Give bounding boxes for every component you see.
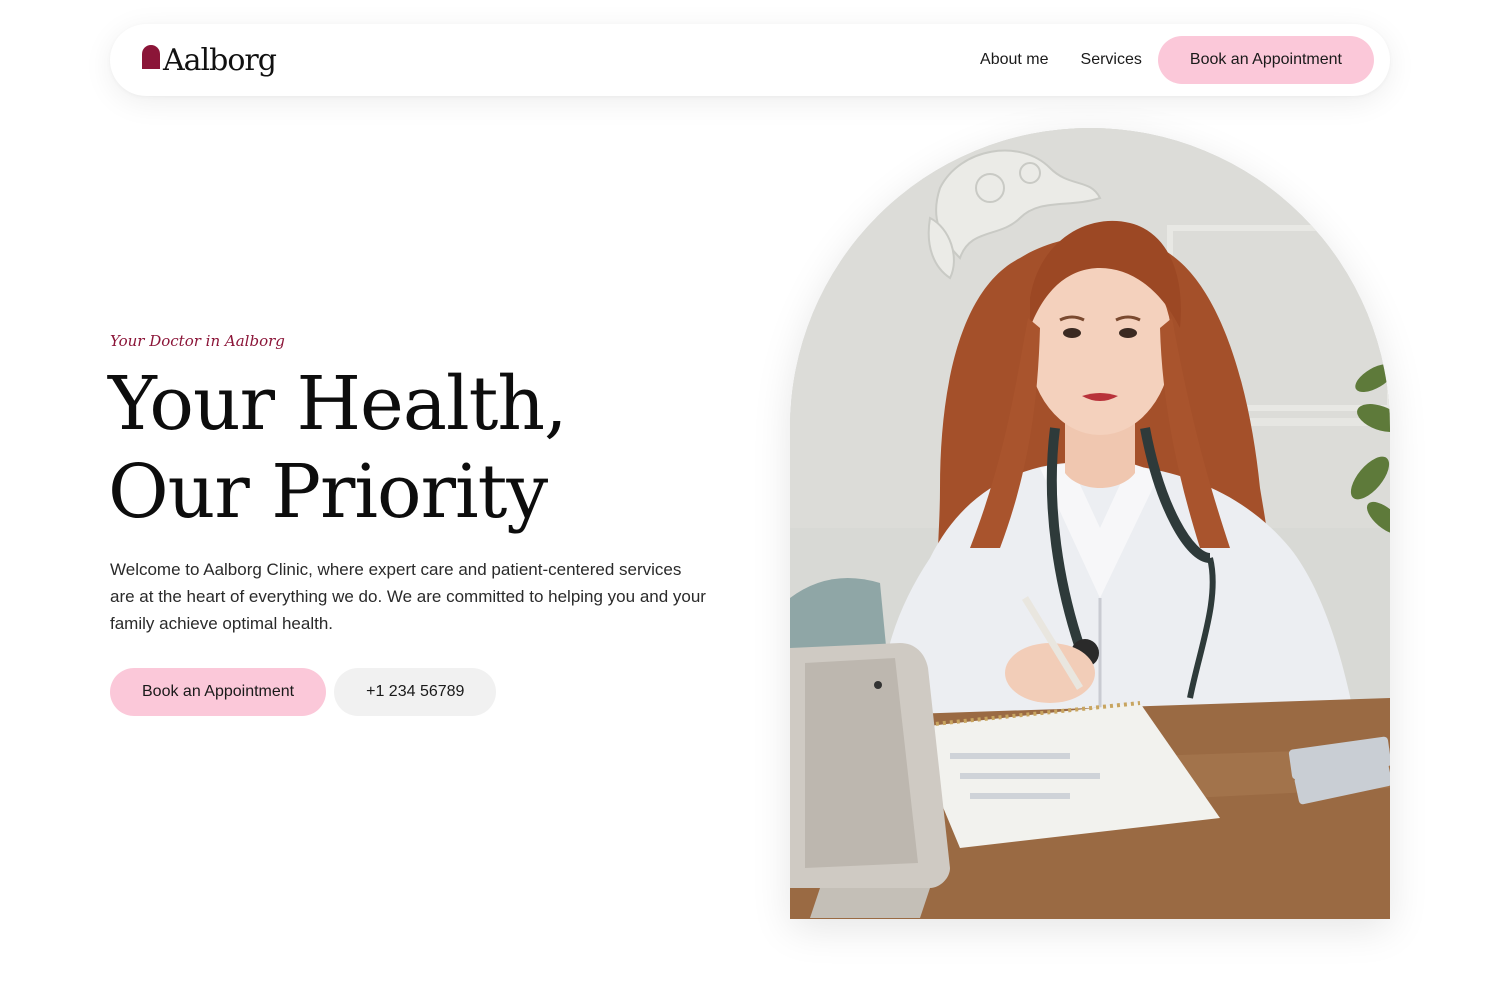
hero-doctor-image — [790, 128, 1390, 919]
hero-eyebrow: Your Doctor in Aalborg — [110, 332, 285, 350]
hero-cta-row: Book an Appointment +1 234 56789 — [110, 668, 497, 716]
nav-link-services[interactable]: Services — [1081, 51, 1142, 69]
brand-logo[interactable]: Aalborg — [142, 40, 277, 80]
hero-headline-line-2: Our Priority — [108, 449, 548, 535]
logo-arch-icon — [142, 45, 160, 69]
hero-phone-button[interactable]: +1 234 56789 — [334, 668, 497, 716]
nav-book-appointment-button[interactable]: Book an Appointment — [1157, 36, 1374, 84]
hero-intro-text: Welcome to Aalborg Clinic, where expert … — [110, 560, 706, 633]
doctor-photo-illustration — [790, 128, 1390, 919]
nav-link-about-me[interactable]: About me — [980, 51, 1048, 69]
hero-headline: Your Health, Our Priority — [108, 360, 748, 536]
brand-name: Aalborg — [163, 42, 277, 78]
top-navigation: Aalborg About me Services Book an Appoin… — [110, 24, 1390, 96]
nav-links: About me Services Book an Appointment — [980, 36, 1374, 84]
landing-page: Aalborg About me Services Book an Appoin… — [0, 0, 1500, 1000]
hero-headline-line-1: Your Health, — [108, 361, 568, 447]
hero-book-appointment-button[interactable]: Book an Appointment — [110, 668, 327, 716]
